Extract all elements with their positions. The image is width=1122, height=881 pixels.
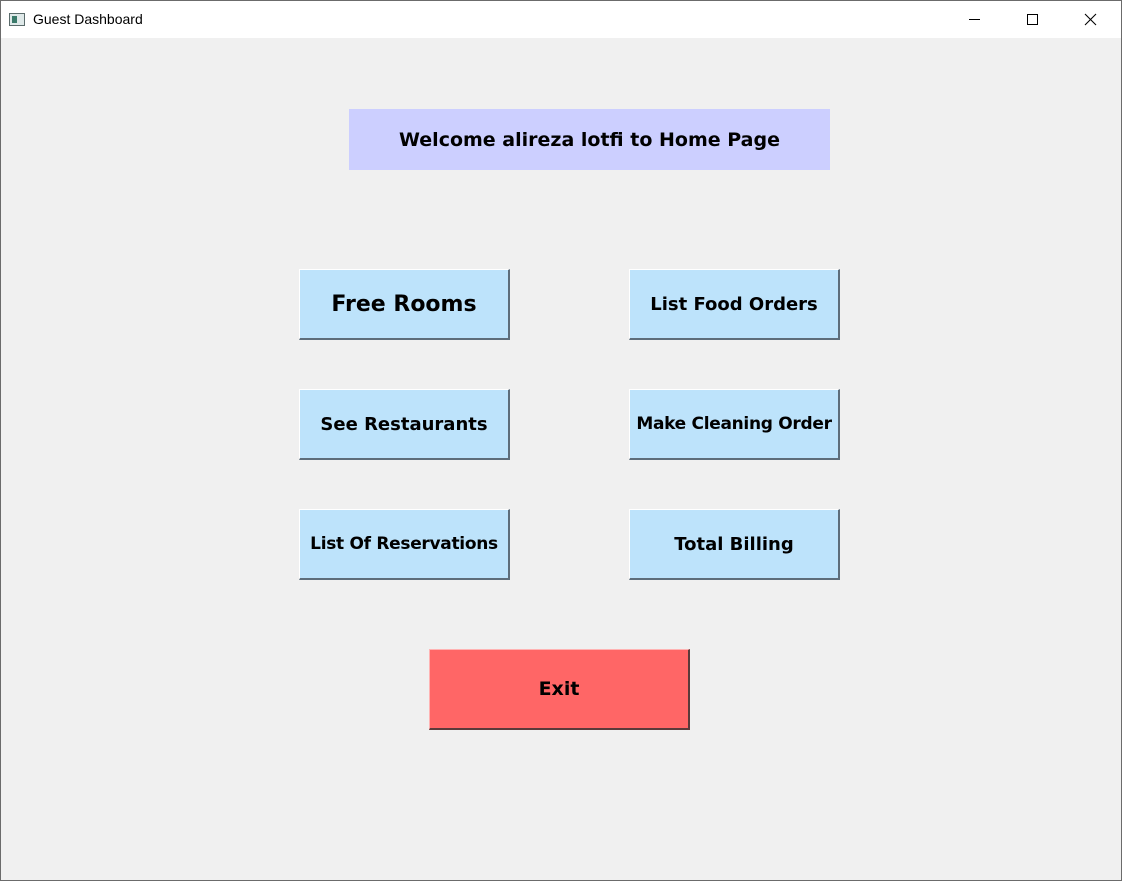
make-cleaning-order-button[interactable]: Make Cleaning Order [629, 389, 840, 460]
free-rooms-button[interactable]: Free Rooms [299, 269, 510, 340]
app-window-icon [9, 13, 25, 26]
window-title: Guest Dashboard [33, 11, 143, 27]
close-button[interactable] [1061, 1, 1119, 38]
maximize-button[interactable] [1003, 1, 1061, 38]
welcome-banner: Welcome alireza lotfi to Home Page [349, 109, 830, 170]
list-of-reservations-button[interactable]: List Of Reservations [299, 509, 510, 580]
exit-button[interactable]: Exit [429, 649, 690, 730]
see-restaurants-button[interactable]: See Restaurants [299, 389, 510, 460]
minimize-button[interactable] [945, 1, 1003, 38]
total-billing-button[interactable]: Total Billing [629, 509, 840, 580]
guest-dashboard-window: Guest Dashboard Welcome alireza lotfi to… [0, 0, 1122, 881]
close-icon [1084, 13, 1097, 26]
maximize-icon [1027, 14, 1038, 25]
dashboard-content: Welcome alireza lotfi to Home Page Free … [1, 38, 1121, 880]
minimize-icon [969, 19, 980, 20]
title-bar[interactable]: Guest Dashboard [1, 1, 1121, 38]
list-food-orders-button[interactable]: List Food Orders [629, 269, 840, 340]
